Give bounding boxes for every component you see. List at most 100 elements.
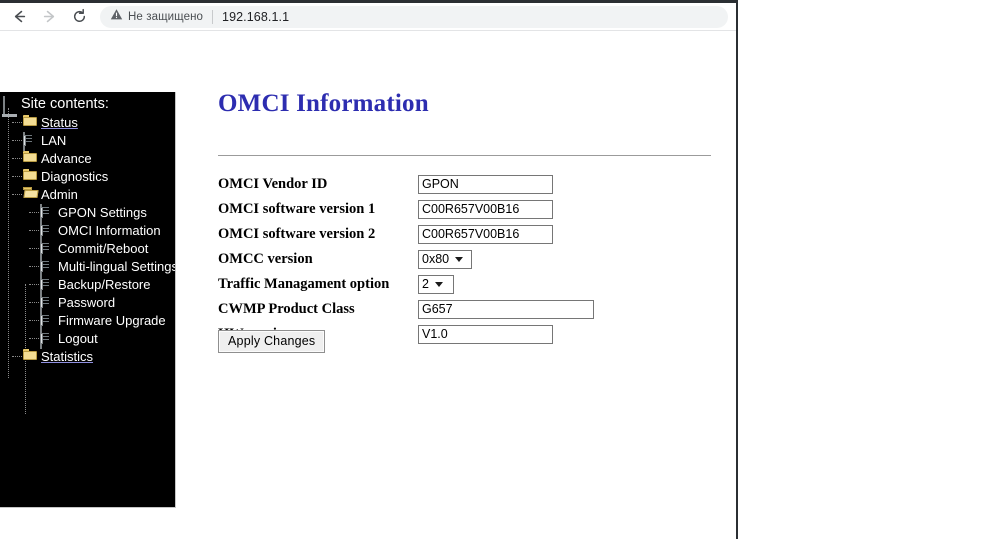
- apply-changes-button[interactable]: Apply Changes: [218, 330, 326, 353]
- sidebar-item-label: Commit/Reboot: [58, 240, 149, 256]
- form-row-cwmp-product-class: CWMP Product Class: [218, 297, 718, 322]
- sidebar-item-label: Multi-lingual Settings: [58, 258, 176, 274]
- security-status-text: Не защищено: [128, 10, 204, 23]
- document-icon: [40, 294, 54, 313]
- input-omci-software-version-2[interactable]: [418, 225, 553, 244]
- sidebar-item-label: Statistics: [41, 348, 94, 364]
- back-button[interactable]: [6, 4, 32, 30]
- form-row-omcc-version: OMCC version 0x80: [218, 247, 718, 272]
- tree-connector: [28, 275, 40, 293]
- sidebar-item-password[interactable]: Password: [0, 293, 175, 313]
- label-traffic-managament-option: Traffic Managament option: [218, 276, 390, 292]
- sidebar-item-label: OMCI Information: [58, 222, 161, 238]
- input-omci-vendor-id[interactable]: [418, 175, 553, 194]
- label-cwmp-product-class: CWMP Product Class: [218, 301, 355, 317]
- form-row-traffic-managament-option: Traffic Managament option 2: [218, 272, 718, 297]
- select-omcc-version[interactable]: 0x80: [418, 250, 472, 269]
- sidebar-item-advance[interactable]: Advance: [0, 149, 175, 167]
- computer-icon: [3, 96, 17, 115]
- input-hw-version[interactable]: [418, 325, 553, 344]
- tree-connector: [11, 149, 23, 167]
- label-omci-software-version-2: OMCI software version 2: [218, 226, 376, 242]
- select-traffic-managament-option[interactable]: 2: [418, 275, 454, 294]
- address-bar[interactable]: Не защищено 192.168.1.1: [100, 5, 728, 28]
- sidebar-item-firmware-upgrade[interactable]: Firmware Upgrade: [0, 311, 175, 331]
- select-value: 2: [422, 277, 429, 291]
- document-icon: [23, 132, 37, 151]
- page-viewport: Site contents: Status LAN Advance Diagnostic…: [0, 32, 736, 539]
- folder-icon: [23, 169, 37, 183]
- select-value: 0x80: [422, 252, 450, 266]
- tree-connector: [28, 257, 40, 275]
- sidebar-item-commit-reboot[interactable]: Commit/Reboot: [0, 239, 175, 259]
- main-content-frame: OMCI Information OMCI Vendor ID OMCI soft…: [176, 32, 736, 539]
- document-icon: [40, 312, 54, 331]
- folder-icon: [23, 349, 37, 363]
- document-icon: [40, 204, 54, 223]
- sidebar-item-multi-lingual-settings[interactable]: Multi-lingual Settings: [0, 257, 176, 277]
- label-omci-vendor-id: OMCI Vendor ID: [218, 176, 328, 192]
- form-row-omci-vendor-id: OMCI Vendor ID: [218, 172, 718, 197]
- folder-icon: [23, 151, 37, 165]
- forward-button[interactable]: [36, 4, 62, 30]
- form-row-omci-software-version-2: OMCI software version 2: [218, 222, 718, 247]
- sidebar-item-status[interactable]: Status: [0, 113, 175, 131]
- sidebar-item-backup-restore[interactable]: Backup/Restore: [0, 275, 175, 295]
- site-security-chip[interactable]: Не защищено: [110, 8, 203, 26]
- sidebar-item-label: Diagnostics: [41, 168, 109, 184]
- chevron-down-icon: [434, 282, 443, 287]
- folder-icon: [23, 115, 37, 129]
- form-row-omci-software-version-1: OMCI software version 1: [218, 197, 718, 222]
- tree-connector: [11, 347, 23, 365]
- site-contents-tree: Site contents: Status LAN Advance Diagnostic…: [0, 92, 176, 414]
- document-icon: [40, 240, 54, 259]
- page-title: OMCI Information: [218, 90, 429, 117]
- tree-connector: [11, 131, 23, 149]
- sidebar-item-label: Logout: [58, 330, 98, 346]
- sidebar-item-diagnostics[interactable]: Diagnostics: [0, 167, 175, 185]
- sidebar-item-label: Advance: [41, 150, 92, 166]
- reload-button[interactable]: [66, 4, 92, 30]
- tree-connector: [28, 239, 40, 257]
- chevron-down-icon: [455, 257, 464, 262]
- tree-root-label: Site contents:: [21, 95, 109, 112]
- sidebar-item-omci-information[interactable]: OMCI Information: [0, 221, 175, 241]
- document-icon: [40, 330, 54, 349]
- tree-connector: [28, 221, 40, 239]
- tree-connector: [11, 167, 23, 185]
- sidebar-item-label: Backup/Restore: [58, 276, 151, 292]
- document-icon: [40, 222, 54, 241]
- sidebar-item-gpon-settings[interactable]: GPON Settings: [0, 203, 175, 223]
- tree-connector: [28, 293, 40, 311]
- tree-connector: [28, 203, 40, 221]
- document-icon: [40, 258, 54, 277]
- sidebar-item-admin[interactable]: Admin: [0, 185, 175, 203]
- tree-connector: [11, 185, 23, 203]
- sidebar-item-label: GPON Settings: [58, 204, 147, 220]
- omnibox-divider: [212, 9, 214, 24]
- omci-information-form: OMCI Vendor ID OMCI software version 1 OMC…: [218, 172, 718, 347]
- tree-connector: [28, 311, 40, 329]
- arrow-left-icon: [11, 8, 28, 25]
- label-omcc-version: OMCC version: [218, 251, 313, 267]
- browser-window: Не защищено 192.168.1.1 Site contents: St…: [0, 0, 738, 539]
- sidebar-menu-frame: Site contents: Status LAN Advance Diagnostic…: [0, 92, 176, 508]
- warning-triangle-icon: [110, 8, 123, 26]
- sidebar-item-label: Password: [58, 294, 116, 310]
- tree-root-row: Site contents:: [0, 95, 175, 115]
- url-text[interactable]: 192.168.1.1: [222, 10, 289, 24]
- sidebar-item-logout[interactable]: Logout: [0, 329, 175, 349]
- sidebar-item-statistics[interactable]: Statistics: [0, 347, 175, 365]
- document-icon: [40, 276, 54, 295]
- sidebar-item-lan[interactable]: LAN: [0, 131, 175, 151]
- sidebar-item-label: Admin: [41, 186, 78, 202]
- input-omci-software-version-1[interactable]: [418, 200, 553, 219]
- sidebar-item-label: Firmware Upgrade: [58, 312, 166, 328]
- input-cwmp-product-class[interactable]: [418, 300, 594, 319]
- sidebar-item-label: Status: [41, 114, 78, 130]
- sidebar-item-label: LAN: [41, 132, 67, 148]
- tree-connector: [11, 113, 23, 131]
- folder-open-icon: [23, 187, 37, 201]
- label-omci-software-version-1: OMCI software version 1: [218, 201, 376, 217]
- title-divider: [218, 155, 711, 156]
